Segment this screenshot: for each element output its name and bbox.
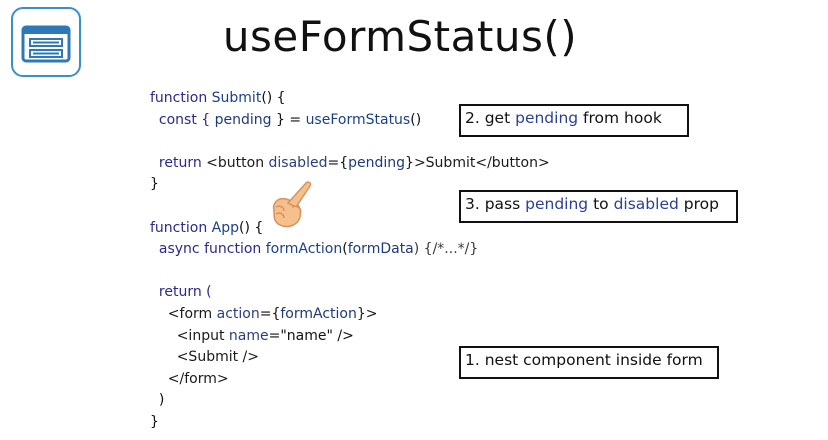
code-token: <input xyxy=(150,327,229,344)
callout-text: 1. nest component inside form xyxy=(465,351,703,369)
code-token: async function xyxy=(150,241,266,258)
code-token: action xyxy=(216,305,260,322)
callout-text: to xyxy=(588,195,614,213)
code-token: <Submit /> xyxy=(150,349,259,366)
code-token: useFormStatus xyxy=(305,111,411,128)
code-token: }>Submit</button> xyxy=(405,154,550,171)
callout-text: 2. get xyxy=(465,109,516,127)
code-line: return <button disabled={pending}>Submit… xyxy=(150,153,550,175)
code-token: pending xyxy=(348,154,406,171)
code-line: return ( xyxy=(150,282,550,304)
code-token: ) {/*...*/} xyxy=(413,241,479,258)
code-token: return ( xyxy=(150,284,212,301)
code-line: <input name="name" /> xyxy=(150,326,550,348)
code-token: function xyxy=(150,90,212,106)
code-token: () xyxy=(410,111,422,128)
code-token: () { xyxy=(261,90,286,106)
callout-highlight: disabled xyxy=(613,195,679,213)
page-title: useFormStatus() xyxy=(222,12,578,61)
code-token: formAction xyxy=(265,241,343,258)
code-token: }> xyxy=(356,305,378,322)
pointing-hand-icon xyxy=(262,177,318,233)
code-token: ={ xyxy=(259,305,281,322)
code-line: ) xyxy=(150,390,550,412)
code-token: App xyxy=(211,219,239,236)
callout-get-pending: 2. get pending from hook xyxy=(459,104,689,137)
code-token: () { xyxy=(239,219,264,236)
code-token: return xyxy=(150,154,207,171)
code-token: function xyxy=(150,219,212,236)
code-token: } xyxy=(150,413,159,430)
callout-highlight: pending xyxy=(525,195,589,213)
code-token: name xyxy=(228,327,269,344)
code-token: ={ xyxy=(327,154,349,171)
code-token: formAction xyxy=(280,305,357,322)
code-line: } xyxy=(150,412,550,434)
code-token: <form xyxy=(150,305,217,322)
callout-text: prop xyxy=(678,195,719,213)
code-token: <button xyxy=(206,154,269,171)
code-token: disabled xyxy=(268,154,328,171)
code-token: formData xyxy=(347,241,414,258)
code-token: } xyxy=(150,176,159,193)
callout-text: 3. pass xyxy=(465,195,526,213)
code-token: ="name" /> xyxy=(268,327,354,344)
code-token: Submit xyxy=(211,90,262,106)
callout-pass-pending: 3. pass pending to disabled prop xyxy=(459,190,738,223)
code-block: function Submit() { const { pending } = … xyxy=(150,88,550,434)
code-token: ) xyxy=(150,392,165,409)
code-line: async function formAction(formData) {/*.… xyxy=(150,239,550,261)
callout-nest-component: 1. nest component inside form xyxy=(459,346,719,379)
code-token: const { xyxy=(150,111,215,128)
callout-highlight: pending xyxy=(515,109,579,127)
code-token: } = xyxy=(271,111,306,128)
callout-text: from hook xyxy=(578,109,662,127)
code-token: pending xyxy=(214,111,272,128)
code-line: <form action={formAction}> xyxy=(150,304,550,326)
code-token: </form> xyxy=(150,370,229,387)
